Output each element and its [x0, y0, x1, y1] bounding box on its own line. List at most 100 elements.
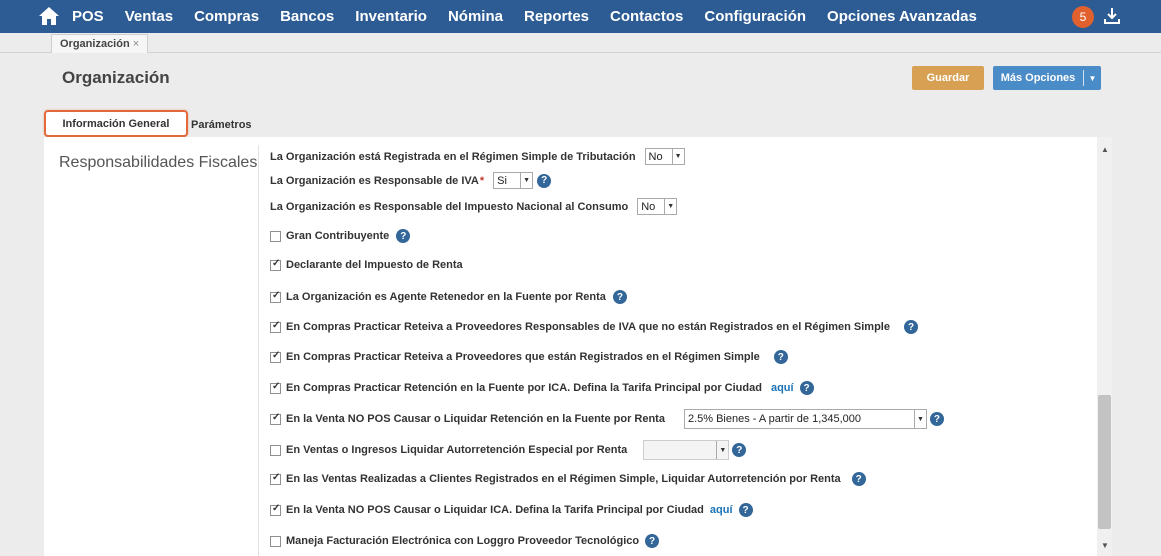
check-row-retencion-ica-compras: En Compras Practicar Retención en la Fue…: [270, 381, 814, 395]
select-value: Si: [497, 174, 507, 187]
check-row-reteiva-no-simple: En Compras Practicar Reteiva a Proveedor…: [270, 320, 918, 334]
check-label: En Compras Practicar Reteiva a Proveedor…: [286, 351, 760, 363]
check-row-facturacion-electronica: Maneja Facturación Electrónica con Loggr…: [270, 534, 660, 548]
chevron-down-icon[interactable]: ▼: [671, 149, 684, 164]
help-icon[interactable]: ?: [396, 229, 411, 243]
help-icon[interactable]: ?: [645, 534, 660, 548]
home-icon[interactable]: [38, 6, 60, 26]
section-title: Responsabilidades Fiscales: [59, 154, 258, 171]
check-label: En la Venta NO POS Causar o Liquidar ICA…: [286, 504, 704, 516]
check-row-agente-retenedor: La Organización es Agente Retenedor en l…: [270, 290, 627, 304]
check-label: La Organización es Agente Retenedor en l…: [286, 291, 606, 303]
top-nav: POS Ventas Compras Bancos Inventario Nóm…: [0, 0, 1161, 33]
nav-configuracion[interactable]: Configuración: [704, 8, 806, 25]
autorretencion-select[interactable]: ▼: [643, 440, 730, 460]
regimen-simple-select[interactable]: No ▼: [644, 148, 685, 165]
help-icon[interactable]: ?: [773, 350, 788, 364]
save-button[interactable]: Guardar: [912, 66, 984, 90]
impuesto-consumo-select[interactable]: No ▼: [637, 198, 678, 215]
check-row-reteiva-simple: En Compras Practicar Reteiva a Proveedor…: [270, 350, 788, 364]
check-row-retencion-renta-venta: En la Venta NO POS Causar o Liquidar Ret…: [270, 409, 944, 429]
nav-contactos[interactable]: Contactos: [610, 8, 683, 25]
more-options-button[interactable]: Más Opciones ▼: [993, 66, 1101, 90]
section-divider: [258, 145, 259, 556]
chevron-down-icon[interactable]: ▼: [520, 173, 532, 188]
help-icon[interactable]: ?: [904, 320, 918, 334]
select-value: No: [641, 200, 656, 213]
check-label: En la Venta NO POS Causar o Liquidar Ret…: [286, 413, 665, 425]
download-icon[interactable]: [1103, 7, 1121, 25]
check-row-autorretencion-simple: En las Ventas Realizadas a Clientes Regi…: [270, 472, 866, 486]
scroll-thumb[interactable]: [1098, 395, 1111, 529]
check-row-declarante-renta: Declarante del Impuesto de Renta: [270, 258, 463, 271]
checkbox[interactable]: [270, 444, 281, 456]
scroll-down-icon[interactable]: ▼: [1101, 541, 1109, 550]
checkbox[interactable]: [270, 258, 281, 271]
aqui-link[interactable]: aquí: [771, 382, 794, 394]
check-row-autorretencion-especial: En Ventas o Ingresos Liquidar Autorreten…: [270, 440, 747, 460]
doc-tab-organizacion[interactable]: Organización ×: [51, 34, 149, 53]
chevron-down-icon[interactable]: ▼: [664, 199, 676, 214]
help-icon[interactable]: ?: [612, 290, 627, 304]
content-panel: Responsabilidades Fiscales La Organizaci…: [44, 137, 1112, 556]
field-label: La Organización es Responsable de IVA: [270, 174, 479, 187]
field-label: La Organización es Responsable del Impue…: [270, 200, 629, 213]
chevron-down-icon[interactable]: ▼: [913, 410, 926, 428]
checkbox[interactable]: [270, 350, 281, 363]
nav-nomina[interactable]: Nómina: [448, 8, 503, 25]
page-title: Organización: [62, 68, 170, 87]
field-impuesto-consumo: La Organización es Responsable del Impue…: [270, 198, 678, 215]
select-value: 2.5% Bienes - A partir de 1,345,000: [687, 413, 862, 425]
check-label: En Compras Practicar Retención en la Fue…: [286, 382, 762, 394]
checkbox[interactable]: [270, 535, 281, 547]
field-label: La Organización está Registrada en el Ré…: [270, 150, 636, 163]
more-options-label: Más Opciones: [1000, 72, 1076, 84]
chevron-down-icon[interactable]: ▼: [1084, 74, 1101, 83]
chevron-down-icon[interactable]: ▼: [716, 441, 728, 459]
nav-inventario[interactable]: Inventario: [355, 8, 427, 25]
check-label: Maneja Facturación Electrónica con Loggr…: [286, 535, 640, 547]
select-value: No: [648, 150, 663, 163]
help-icon[interactable]: ?: [851, 472, 866, 486]
iva-select[interactable]: Si ▼: [493, 172, 534, 189]
nav-bancos[interactable]: Bancos: [280, 8, 334, 25]
checkbox[interactable]: [270, 320, 281, 333]
help-icon[interactable]: ?: [537, 173, 552, 188]
check-label: En las Ventas Realizadas a Clientes Regi…: [286, 473, 841, 485]
retencion-renta-select[interactable]: 2.5% Bienes - A partir de 1,345,000 ▼: [683, 409, 927, 429]
required-marker: *: [479, 174, 485, 187]
field-iva: La Organización es Responsable de IVA * …: [270, 172, 552, 189]
check-label: Declarante del Impuesto de Renta: [286, 259, 463, 271]
aqui-link[interactable]: aquí: [710, 504, 733, 516]
checkbox[interactable]: [270, 290, 281, 303]
nav-ventas[interactable]: Ventas: [125, 8, 173, 25]
checkbox[interactable]: [270, 381, 281, 394]
scroll-up-icon[interactable]: ▲: [1101, 145, 1109, 154]
help-icon[interactable]: ?: [929, 412, 944, 426]
nav-opciones-avanzadas[interactable]: Opciones Avanzadas: [827, 8, 977, 25]
checkbox[interactable]: [270, 503, 281, 516]
help-icon[interactable]: ?: [732, 443, 747, 457]
vertical-scrollbar[interactable]: ▲ ▼: [1097, 137, 1112, 556]
nav-reportes[interactable]: Reportes: [524, 8, 589, 25]
check-label: En Ventas o Ingresos Liquidar Autorreten…: [286, 444, 628, 456]
check-label: Gran Contribuyente: [286, 230, 390, 242]
field-regimen-simple: La Organización está Registrada en el Ré…: [270, 148, 685, 165]
tab-parametros[interactable]: Parámetros: [191, 119, 252, 131]
help-icon[interactable]: ?: [738, 503, 753, 517]
check-row-ica-venta: En la Venta NO POS Causar o Liquidar ICA…: [270, 503, 753, 517]
checkbox[interactable]: [270, 412, 281, 425]
doc-tab-label: Organización: [60, 38, 130, 50]
check-row-gran-contribuyente: Gran Contribuyente ?: [270, 229, 411, 243]
check-label: En Compras Practicar Reteiva a Proveedor…: [286, 321, 890, 333]
checkbox[interactable]: [270, 472, 281, 485]
document-tab-bar: Organización ×: [0, 33, 1161, 53]
close-icon[interactable]: ×: [133, 38, 139, 50]
checkbox[interactable]: [270, 230, 281, 242]
tab-informacion-general[interactable]: Información General: [44, 110, 188, 137]
select-value: [644, 441, 716, 459]
nav-pos[interactable]: POS: [72, 8, 104, 25]
nav-compras[interactable]: Compras: [194, 8, 259, 25]
help-icon[interactable]: ?: [799, 381, 814, 395]
notification-badge[interactable]: 5: [1072, 6, 1094, 28]
